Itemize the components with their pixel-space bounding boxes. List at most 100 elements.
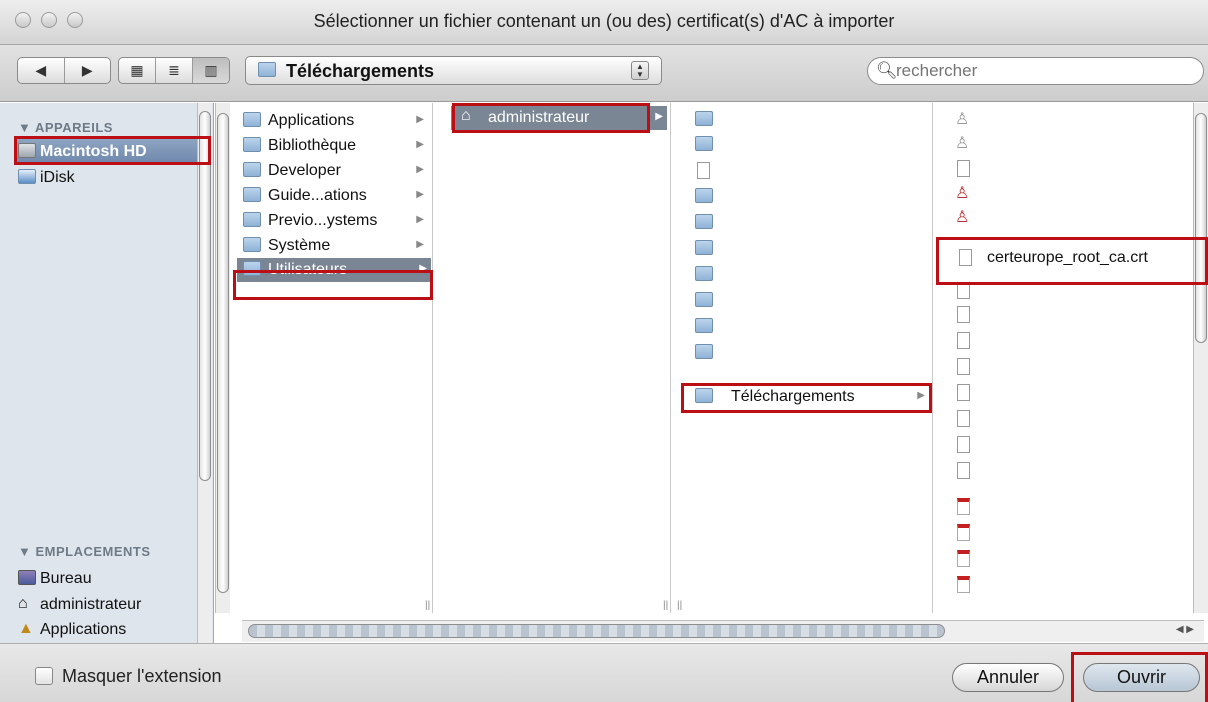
list-item[interactable]	[955, 279, 985, 303]
devices-heading[interactable]: ▼ APPAREILS	[18, 120, 113, 135]
library-folder-icon	[243, 137, 261, 152]
certificate-icon: ♙	[955, 185, 970, 202]
horizontal-scrollbar[interactable]: ◀ ▶	[242, 620, 1204, 642]
toolbar: ◀ ▶ ▦ ≣ ▥ Téléchargements ▲ ▼ 🔍︎	[0, 45, 1208, 102]
users-folder-icon	[243, 261, 261, 276]
list-item[interactable]	[955, 157, 985, 181]
sidebar-item-macintosh-hd[interactable]: Macintosh HD	[15, 139, 210, 164]
document-icon	[957, 384, 970, 401]
list-item[interactable]	[955, 547, 985, 571]
list-item-selected[interactable]: ⌂ administrateur ▶	[451, 106, 667, 130]
back-button[interactable]: ◀	[18, 58, 65, 83]
column-1-scroll-thumb[interactable]	[217, 113, 229, 593]
sidebar-scroll-thumb[interactable]	[199, 111, 211, 481]
applications-folder-icon	[243, 112, 261, 127]
list-item[interactable]	[695, 133, 725, 157]
list-item[interactable]	[695, 315, 725, 339]
certificate-icon: ♙	[955, 111, 970, 128]
list-item[interactable]: ♙	[955, 109, 985, 133]
list-item[interactable]	[955, 329, 985, 353]
window-title: Sélectionner un fichier contenant un (ou…	[313, 11, 895, 31]
list-item[interactable]: Developer ▶	[243, 159, 428, 183]
sidebar-item-idisk[interactable]: iDisk	[15, 165, 210, 190]
places-heading[interactable]: ▼ EMPLACEMENTS	[18, 544, 151, 559]
sidebar-item-administrateur[interactable]: ⌂ administrateur	[15, 592, 210, 617]
list-item[interactable]	[955, 407, 985, 431]
list-item[interactable]	[695, 185, 725, 209]
scroll-arrows-icon[interactable]: ◀ ▶	[1176, 624, 1194, 635]
document-icon	[957, 160, 970, 177]
column-4-scroll-thumb[interactable]	[1195, 113, 1207, 343]
home-icon: ⌂	[461, 107, 471, 124]
idisk-icon	[18, 169, 36, 184]
list-item-selected[interactable]: Utilisateurs ▶	[237, 258, 431, 282]
certificate-icon: ♙	[955, 135, 970, 152]
certificate-icon: ♙	[955, 209, 970, 226]
column-resize-handle[interactable]: ||	[677, 600, 682, 611]
sidebar-item-bureau[interactable]: Bureau	[15, 566, 210, 591]
list-item[interactable]	[955, 459, 985, 483]
list-item[interactable]	[695, 289, 725, 313]
cancel-button[interactable]: Annuler	[952, 663, 1064, 692]
column-4-scrollbar[interactable]	[1193, 103, 1208, 613]
pdf-icon	[957, 576, 970, 593]
path-popup[interactable]: Téléchargements ▲ ▼	[245, 56, 662, 85]
list-item[interactable]	[955, 521, 985, 545]
folder-icon	[695, 111, 713, 126]
document-icon	[957, 282, 970, 299]
folder-icon	[695, 240, 713, 255]
sidebar-scrollbar[interactable]	[197, 103, 212, 643]
list-item[interactable]	[695, 159, 725, 183]
list-item[interactable]	[955, 381, 985, 405]
disclosure-arrow-icon: ▶	[416, 189, 424, 200]
document-icon	[957, 306, 970, 323]
list-item[interactable]: Previo...ystems ▶	[243, 209, 428, 233]
column-resize-handle[interactable]: ||	[663, 600, 668, 611]
folder-icon	[695, 136, 713, 151]
list-item[interactable]	[695, 237, 725, 261]
folder-icon	[695, 292, 713, 307]
search-input[interactable]	[896, 61, 1176, 81]
list-item[interactable]: Bibliothèque ▶	[243, 134, 428, 158]
document-icon	[957, 410, 970, 427]
list-item[interactable]	[955, 433, 985, 457]
search-field[interactable]: 🔍︎	[867, 57, 1204, 85]
disclosure-arrow-icon: ▶	[416, 239, 424, 250]
browser-column-4: ♙ ♙ ♙ ♙ certeurope_root_ca.crt	[933, 103, 1208, 613]
list-item[interactable]: Système ▶	[243, 234, 428, 258]
browser-column-2: ⌂ administrateur ▶ ||	[433, 103, 671, 613]
forward-button[interactable]: ▶	[65, 58, 111, 83]
document-icon	[957, 358, 970, 375]
bottom-bar: Masquer l'extension Annuler Ouvrir	[0, 643, 1208, 702]
folder-icon	[695, 214, 713, 229]
browser-column-1: Applications ▶ Bibliothèque ▶ Developer …	[215, 103, 433, 613]
list-item[interactable]	[955, 303, 985, 327]
list-item[interactable]: Applications ▶	[243, 109, 428, 133]
list-item-selected[interactable]: Téléchargements ▶	[695, 385, 929, 409]
hide-extension-label[interactable]: Masquer l'extension	[62, 666, 222, 687]
disclosure-arrow-icon: ▶	[416, 114, 424, 125]
list-item[interactable]	[695, 108, 725, 132]
list-item[interactable]	[695, 341, 725, 365]
list-item[interactable]: ♙	[955, 183, 985, 207]
folder-icon	[695, 188, 713, 203]
horizontal-scroll-thumb[interactable]	[248, 624, 945, 638]
open-button[interactable]: Ouvrir	[1083, 663, 1200, 692]
list-item[interactable]: ♙	[955, 133, 985, 157]
list-item[interactable]	[695, 211, 725, 235]
column-1-scrollbar[interactable]	[215, 103, 230, 613]
icon-view-button[interactable]: ▦	[119, 58, 156, 83]
hide-extension-checkbox[interactable]	[35, 667, 53, 685]
list-item[interactable]: Guide...ations ▶	[243, 184, 428, 208]
list-item[interactable]	[955, 573, 985, 597]
list-item[interactable]	[955, 355, 985, 379]
column-view-button[interactable]: ▥	[193, 58, 229, 83]
list-item[interactable]: ♙	[955, 207, 985, 231]
list-item[interactable]	[695, 263, 725, 287]
list-item-selected[interactable]: certeurope_root_ca.crt	[955, 246, 1207, 270]
list-item[interactable]	[955, 495, 985, 519]
sidebar-item-applications[interactable]: ▲ Applications	[15, 617, 210, 642]
document-icon	[957, 462, 970, 479]
column-resize-handle[interactable]: ||	[425, 600, 430, 611]
list-view-button[interactable]: ≣	[156, 58, 193, 83]
